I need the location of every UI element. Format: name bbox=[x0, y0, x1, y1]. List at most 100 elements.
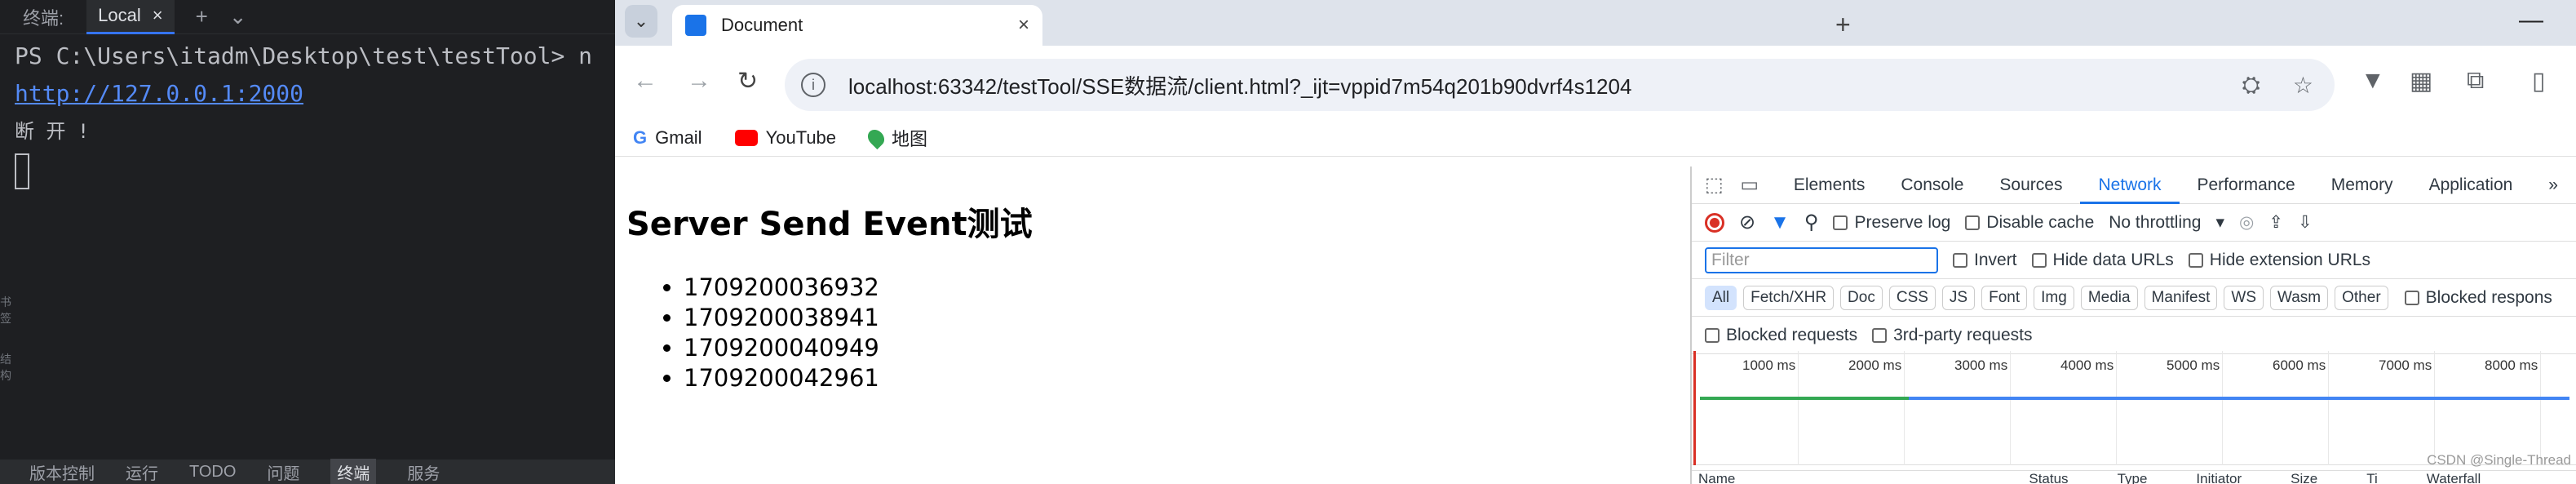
tab-local[interactable]: Local × bbox=[86, 0, 175, 34]
column-name[interactable]: Name bbox=[1698, 471, 1784, 484]
chevron-down-icon[interactable]: ⌄ bbox=[229, 4, 247, 29]
network-conditions-icon[interactable]: ◎ bbox=[2239, 212, 2254, 233]
preserve-log-checkbox[interactable]: Preserve log bbox=[1833, 213, 1950, 233]
terminal-link[interactable]: http://127.0.0.1:2000 bbox=[15, 75, 615, 113]
chip-font[interactable]: Font bbox=[1981, 285, 2028, 310]
timeline-tick: 4000 ms bbox=[2060, 357, 2114, 373]
back-icon[interactable]: ← bbox=[633, 67, 657, 95]
disable-cache-checkbox[interactable]: Disable cache bbox=[1965, 213, 2094, 233]
tab-network[interactable]: Network bbox=[2080, 167, 2180, 204]
structure-side-tab[interactable]: 结构 bbox=[0, 351, 11, 384]
chip-js[interactable]: JS bbox=[1941, 285, 1976, 310]
tab-application[interactable]: Application bbox=[2411, 167, 2531, 204]
problems-tool-button[interactable]: 问题 bbox=[267, 460, 299, 484]
column-size[interactable]: Size bbox=[2291, 471, 2366, 484]
add-tab-icon[interactable]: + bbox=[196, 4, 208, 29]
forward-icon[interactable]: → bbox=[687, 67, 711, 95]
bookmark-maps[interactable]: 地图 bbox=[864, 125, 928, 151]
bookmark-youtube-label: YouTube bbox=[765, 127, 837, 148]
chip-media[interactable]: Media bbox=[2080, 285, 2138, 310]
list-item: 1709200036932 bbox=[684, 273, 1679, 303]
device-toolbar-icon[interactable]: ▭ bbox=[1740, 173, 1775, 197]
address-bar[interactable]: i localhost:63342/testTool/SSE数据流/client… bbox=[785, 59, 2335, 111]
event-list: 1709200036932 1709200038941 170920004094… bbox=[684, 273, 1679, 393]
tab-sources[interactable]: Sources bbox=[1981, 167, 2080, 204]
chip-wasm[interactable]: Wasm bbox=[2270, 285, 2329, 310]
filter-icon[interactable]: ▼ bbox=[1770, 211, 1790, 234]
tab-memory[interactable]: Memory bbox=[2313, 167, 2411, 204]
tab-performance[interactable]: Performance bbox=[2180, 167, 2313, 204]
address-url[interactable]: localhost:63342/testTool/SSE数据流/client.h… bbox=[848, 70, 1631, 100]
services-tool-button[interactable]: 服务 bbox=[407, 460, 440, 484]
chip-doc[interactable]: Doc bbox=[1840, 285, 1883, 310]
column-type[interactable]: Type bbox=[2118, 471, 2197, 484]
chip-ws[interactable]: WS bbox=[2224, 285, 2264, 310]
terminal-output[interactable]: PS C:\Users\itadm\Desktop\test\testTool>… bbox=[15, 38, 615, 189]
filter-input[interactable]: Filter bbox=[1705, 246, 1938, 273]
youtube-icon bbox=[734, 129, 758, 146]
chip-other[interactable]: Other bbox=[2335, 285, 2388, 310]
close-icon[interactable]: × bbox=[153, 5, 163, 26]
list-item: 1709200038941 bbox=[684, 303, 1679, 333]
close-icon[interactable]: × bbox=[1018, 14, 1029, 37]
browser-tab-document[interactable]: Document × bbox=[672, 5, 1042, 46]
inspect-element-icon[interactable]: ⬚ bbox=[1705, 173, 1740, 197]
reload-icon[interactable]: ↻ bbox=[737, 67, 758, 95]
translate-icon[interactable]: ⛭ bbox=[2242, 72, 2260, 99]
import-har-icon[interactable]: ⇪ bbox=[2268, 212, 2283, 233]
bookmark-maps-label: 地图 bbox=[892, 128, 928, 149]
blocked-response-cookies-checkbox[interactable]: Blocked respons bbox=[2404, 288, 2552, 308]
throttling-select[interactable]: No throttling bbox=[2109, 213, 2201, 233]
column-initiator[interactable]: Initiator bbox=[2196, 471, 2291, 484]
clear-icon[interactable]: ⊘ bbox=[1739, 211, 1755, 234]
tab-search-icon[interactable]: ⌄ bbox=[625, 5, 657, 38]
chip-manifest[interactable]: Manifest bbox=[2144, 285, 2218, 310]
terminal-tab-bar: 终端: Local × + ⌄ bbox=[0, 0, 615, 34]
list-item: 1709200040949 bbox=[684, 333, 1679, 363]
chip-all[interactable]: All bbox=[1705, 285, 1737, 310]
grid-line bbox=[2434, 351, 2435, 465]
request-table-header: Name Status Type Initiator Size Ti Water… bbox=[1692, 470, 2576, 484]
extension-icon-2[interactable]: ▦ bbox=[2410, 67, 2432, 95]
page-title: Server Send Event测试 bbox=[626, 206, 1033, 243]
column-status[interactable]: Status bbox=[1784, 471, 2117, 484]
record-icon[interactable] bbox=[1705, 212, 1724, 233]
bookmarks-side-tab[interactable]: 书签 bbox=[0, 294, 11, 326]
grid-line bbox=[1904, 351, 1905, 465]
bookmark-gmail[interactable]: G Gmail bbox=[633, 127, 702, 149]
chip-css[interactable]: CSS bbox=[1888, 285, 1936, 310]
tab-local-label: Local bbox=[98, 5, 141, 25]
network-overview-timeline[interactable]: 1000 ms 2000 ms 3000 ms 4000 ms 5000 ms … bbox=[1692, 351, 2576, 465]
invert-checkbox[interactable]: Invert bbox=[1953, 251, 2017, 270]
hide-extension-urls-checkbox[interactable]: Hide extension URLs bbox=[2188, 251, 2370, 270]
side-panel-icon[interactable]: ▯ bbox=[2532, 67, 2546, 95]
page-content: Server Send Event测试 1709200036932 170920… bbox=[615, 167, 1690, 484]
bookmark-youtube[interactable]: YouTube bbox=[734, 127, 837, 149]
more-tabs-button[interactable]: » bbox=[2530, 167, 2576, 204]
search-icon[interactable]: ⚲ bbox=[1804, 211, 1819, 234]
timeline-tick: 7000 ms bbox=[2379, 357, 2432, 373]
grid-line bbox=[2328, 351, 2329, 465]
column-time[interactable]: Ti bbox=[2366, 471, 2427, 484]
third-party-requests-checkbox[interactable]: 3rd-party requests bbox=[1872, 326, 2033, 345]
run-tool-button[interactable]: 运行 bbox=[126, 460, 158, 484]
extension-icon[interactable]: ▼ bbox=[2361, 67, 2385, 95]
chevron-down-icon[interactable]: ▾ bbox=[2215, 212, 2224, 233]
vcs-tool-button[interactable]: 版本控制 bbox=[29, 460, 95, 484]
export-har-icon[interactable]: ⇩ bbox=[2298, 212, 2313, 233]
tab-elements[interactable]: Elements bbox=[1776, 167, 1883, 204]
new-tab-button[interactable]: + bbox=[1835, 10, 1851, 40]
column-waterfall[interactable]: Waterfall bbox=[2427, 471, 2530, 484]
terminal-tool-button[interactable]: 终端 bbox=[330, 458, 377, 484]
chip-fetch-xhr[interactable]: Fetch/XHR bbox=[1743, 285, 1835, 310]
chip-img[interactable]: Img bbox=[2034, 285, 2074, 310]
todo-tool-button[interactable]: TODO bbox=[189, 463, 236, 482]
minimize-button[interactable]: — bbox=[2519, 7, 2543, 34]
site-info-icon[interactable]: i bbox=[801, 73, 825, 97]
timeline-tick: 1000 ms bbox=[1742, 357, 1796, 373]
hide-data-urls-checkbox[interactable]: Hide data URLs bbox=[2031, 251, 2174, 270]
blocked-requests-checkbox[interactable]: Blocked requests bbox=[1705, 326, 1857, 345]
extensions-puzzle-icon[interactable]: ⧉ bbox=[2467, 67, 2484, 95]
bookmark-star-icon[interactable]: ☆ bbox=[2293, 72, 2313, 99]
tab-console[interactable]: Console bbox=[1883, 167, 1981, 204]
